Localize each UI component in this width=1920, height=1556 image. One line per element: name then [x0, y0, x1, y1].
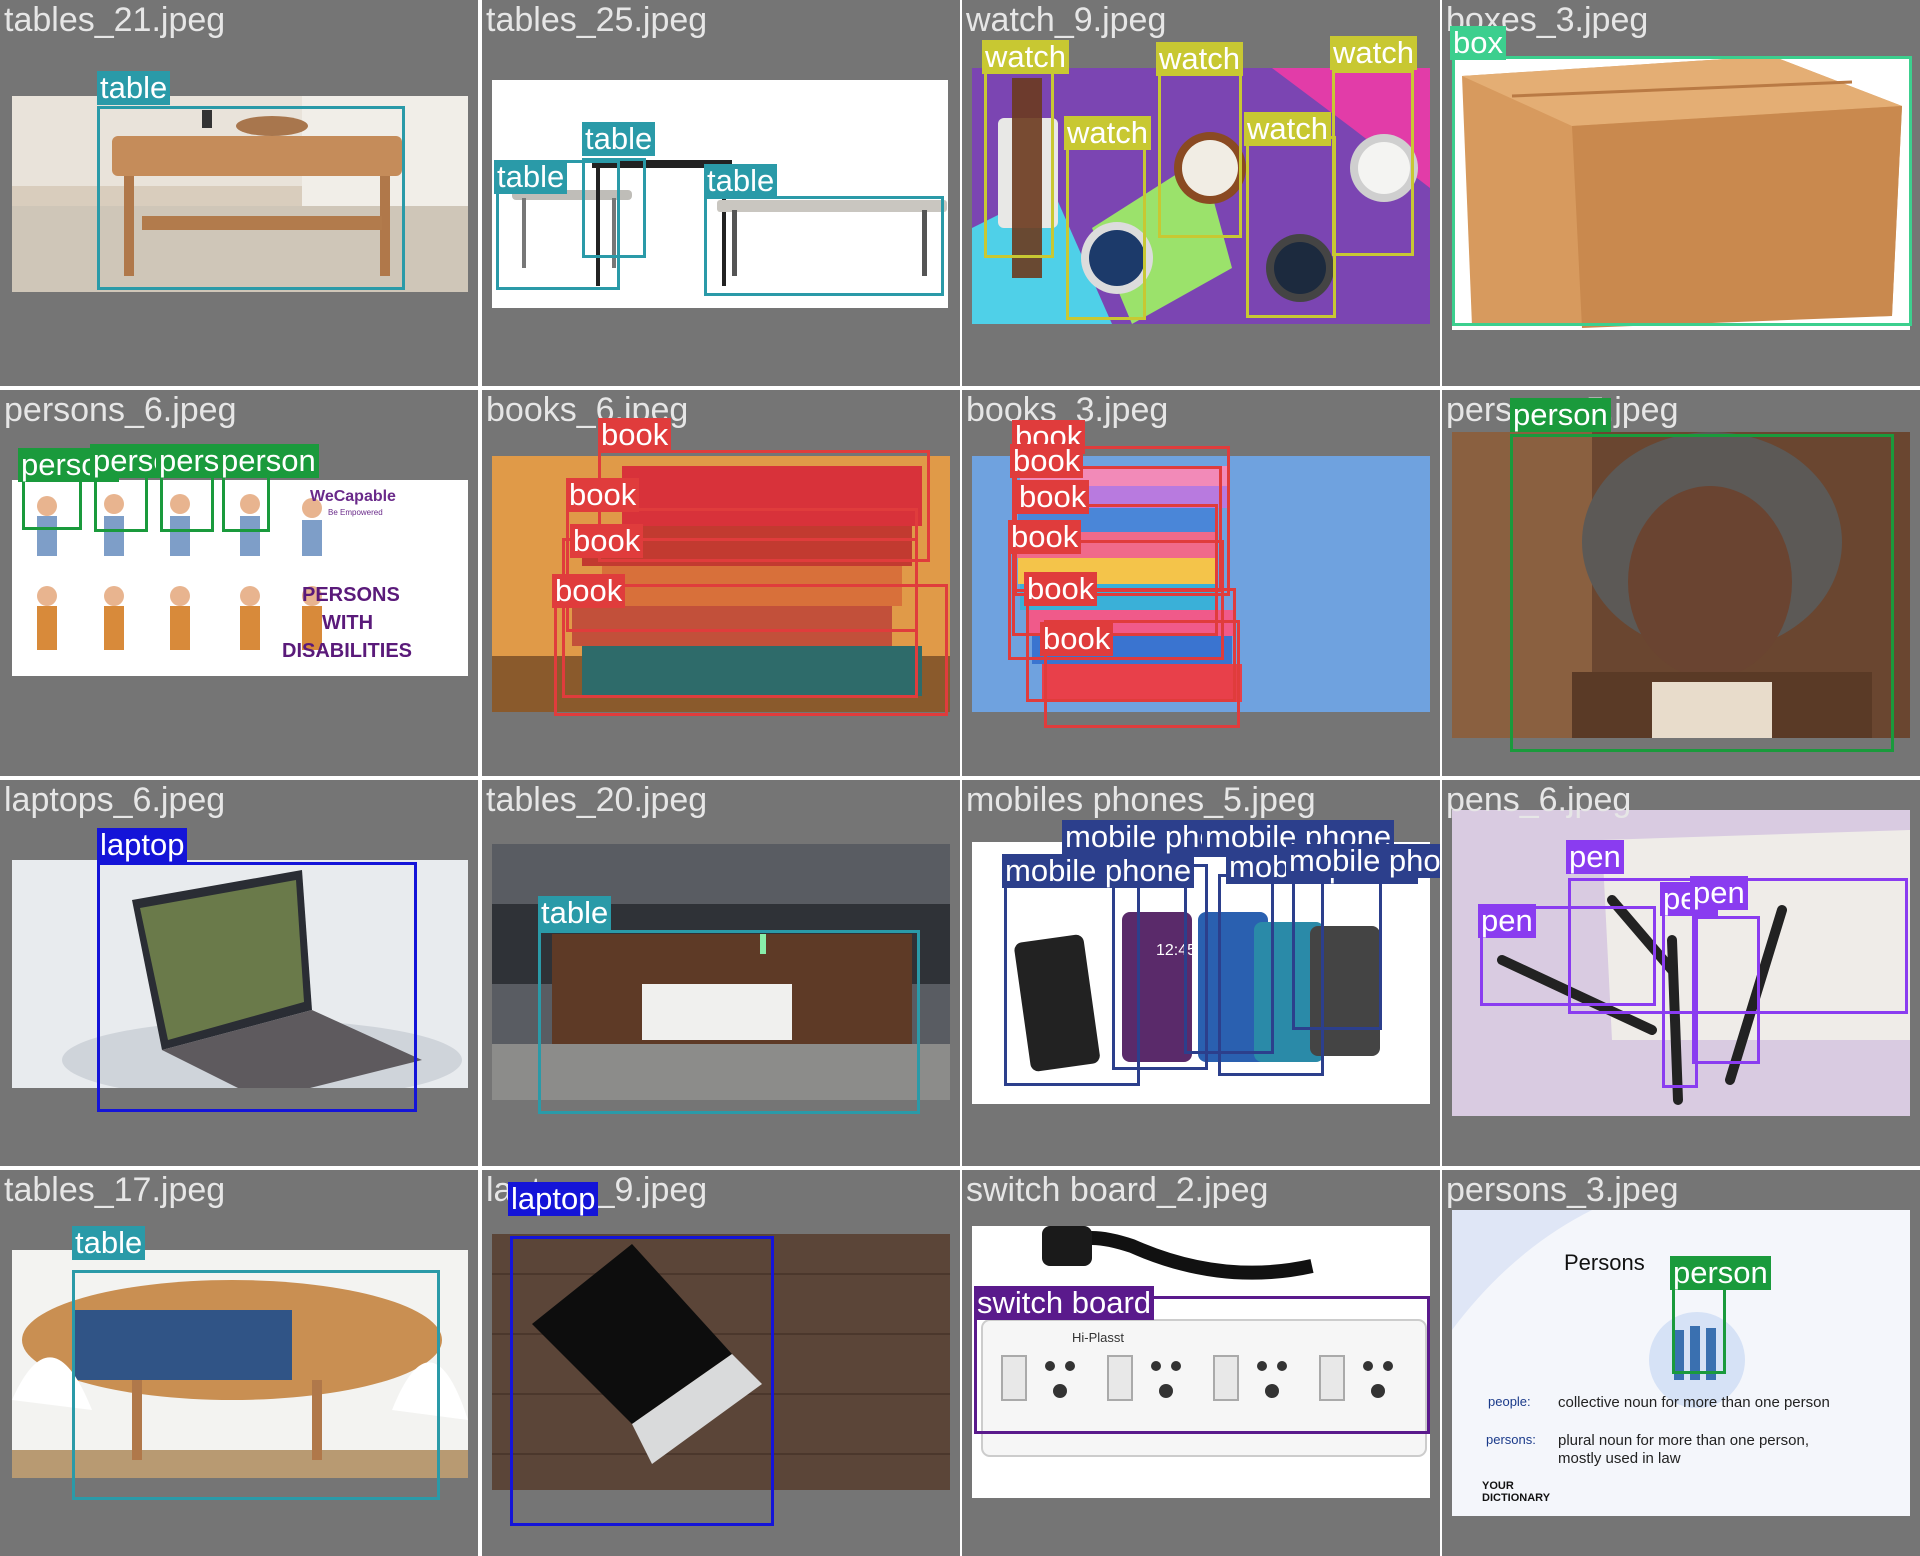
- bounding-box: [704, 196, 944, 296]
- grid-tile: books_6.jpeg book book book book: [482, 390, 960, 776]
- tile-filename: tables_25.jpeg: [486, 1, 708, 39]
- detection-label: box: [1450, 26, 1506, 60]
- tile-filename: switch board_2.jpeg: [966, 1171, 1269, 1209]
- detection-label: book: [566, 478, 640, 512]
- tile-filename: tables_20.jpeg: [486, 781, 708, 819]
- detection-label: pen: [1690, 876, 1748, 910]
- tile-filename: mobiles phones_5.jpeg: [966, 781, 1316, 819]
- grid-tile: books_3.jpeg book book book book book book: [962, 390, 1440, 776]
- grid-tile: pens_6.jpeg pen pen pen pen: [1442, 780, 1920, 1166]
- bounding-box: [222, 472, 270, 532]
- bounding-box: [510, 1236, 774, 1526]
- grid-tile: watch_9.jpeg watch watch watch watch watch: [962, 0, 1440, 386]
- detection-label: table: [538, 896, 612, 930]
- bounding-box: [160, 472, 214, 532]
- grid-tile: tables_25.jpeg table table table: [482, 0, 960, 386]
- grid-tile: persons_5.jpeg person: [1442, 390, 1920, 776]
- poster-line-persons: PERSONS: [302, 584, 400, 606]
- dictionary-def-persons-2: mostly used in law: [1558, 1450, 1681, 1467]
- tile-filename: pens_6.jpeg: [1446, 781, 1632, 819]
- detection-label: mobile phone: [1002, 854, 1195, 888]
- bounding-box: [22, 474, 82, 530]
- detection-label: switch board: [974, 1286, 1155, 1320]
- dictionary-title: Persons: [1564, 1250, 1645, 1275]
- yourdictionary-logo-bottom: DICTIONARY: [1482, 1492, 1551, 1504]
- grid-tile: tables_21.jpeg table: [0, 0, 478, 386]
- brand-logo-text: WeCapable: [310, 488, 396, 505]
- detection-label: book: [1016, 480, 1090, 514]
- detection-label: book: [1040, 622, 1114, 656]
- detection-label: table: [97, 71, 171, 105]
- tile-filename: tables_21.jpeg: [4, 1, 226, 39]
- grid-tile: mobiles phones_5.jpeg 12:45 mobile phone m…: [962, 780, 1440, 1166]
- bounding-box: [1158, 70, 1242, 238]
- brand-subtitle: Be Empowered: [328, 508, 383, 517]
- bounding-box: [1292, 862, 1382, 1030]
- tile-filename: laptops_6.jpeg: [4, 781, 226, 819]
- grid-tile: persons_6.jpeg WeCapable Be Empowered PERS…: [0, 390, 478, 776]
- detection-label: watch: [1064, 116, 1151, 150]
- grid-tile: boxes_3.jpeg box: [1442, 0, 1920, 386]
- bounding-box: [1066, 132, 1146, 320]
- detection-label: table: [704, 164, 778, 198]
- dictionary-def-persons: plural noun for more than one person,: [1558, 1432, 1809, 1449]
- detection-label: book: [1008, 520, 1082, 554]
- tile-filename: tables_17.jpeg: [4, 1171, 226, 1209]
- detection-label: book: [1010, 444, 1084, 478]
- detection-label: book: [552, 574, 626, 608]
- bounding-box: [1692, 916, 1760, 1064]
- yourdictionary-logo-top: YOUR: [1482, 1480, 1514, 1492]
- poster-line-with: WITH: [322, 612, 374, 634]
- bounding-box: [1246, 136, 1336, 318]
- detection-label: book: [570, 524, 644, 558]
- detection-label: person: [218, 444, 319, 478]
- detection-label: book: [598, 418, 672, 452]
- detection-label: laptop: [508, 1182, 599, 1216]
- bounding-box: [984, 70, 1054, 258]
- detection-label: book: [1024, 572, 1098, 606]
- detection-label: watch: [1156, 42, 1243, 76]
- bounding-box: [538, 930, 920, 1114]
- grid-tile: laptops_6.jpeg laptop: [0, 780, 478, 1166]
- grid-tile: laptops_9.jpeg laptop: [482, 1170, 960, 1556]
- grid-tile: tables_20.jpeg table: [482, 780, 960, 1166]
- detection-label: watch: [1330, 36, 1417, 70]
- detection-label: person: [1510, 398, 1611, 432]
- tile-filename: persons_3.jpeg: [1446, 1171, 1679, 1209]
- detection-label: mobile phone: [1286, 844, 1440, 878]
- grid-tile: switch board_2.jpeg Hi-Plasst switch boar…: [962, 1170, 1440, 1556]
- detection-label: person: [1670, 1256, 1771, 1290]
- dictionary-tag-persons: persons:: [1486, 1432, 1536, 1447]
- detection-label: table: [494, 160, 568, 194]
- tile-filename: persons_6.jpeg: [4, 391, 237, 429]
- bounding-box: [97, 106, 405, 290]
- dictionary-def-people: collective noun for more than one person: [1558, 1394, 1830, 1411]
- tile-filename: watch_9.jpeg: [966, 1, 1167, 39]
- dictionary-tag-people: people:: [1488, 1394, 1531, 1409]
- detection-grid: tables_21.jpeg table tables_25.jpeg table…: [0, 0, 1920, 1556]
- poster-line-disabilities: DISABILITIES: [282, 640, 413, 662]
- detection-label: pen: [1566, 840, 1624, 874]
- bounding-box: [1452, 56, 1912, 326]
- grid-tile: tables_17.jpeg table: [0, 1170, 478, 1556]
- detection-label: table: [72, 1226, 146, 1260]
- detection-label: laptop: [97, 828, 188, 862]
- bounding-box: [1510, 434, 1894, 752]
- detection-label: table: [582, 122, 656, 156]
- grid-tile: persons_3.jpeg Persons people: collective …: [1442, 1170, 1920, 1556]
- detection-label: watch: [982, 40, 1069, 74]
- detection-label: watch: [1244, 112, 1331, 146]
- bounding-box: [1332, 70, 1414, 256]
- bounding-box: [582, 158, 646, 258]
- detection-label: pen: [1478, 904, 1536, 938]
- bounding-box: [97, 862, 417, 1112]
- bounding-box: [72, 1270, 440, 1500]
